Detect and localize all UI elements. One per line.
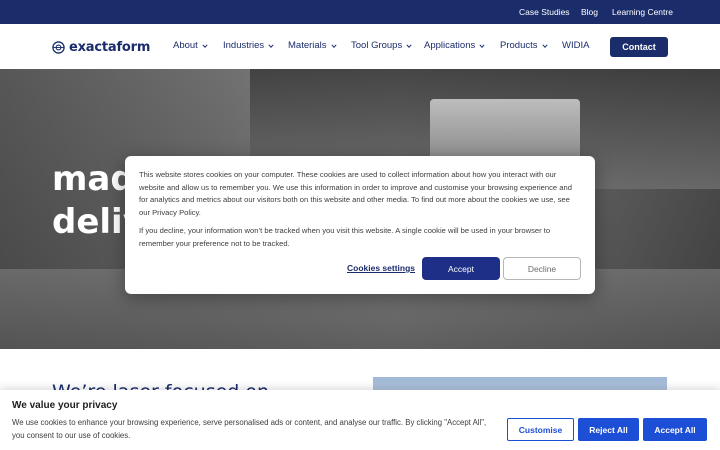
nav-item-widia[interactable]: WIDIA xyxy=(562,40,589,51)
main-navigation: exactaform About Industries Materials To… xyxy=(0,24,720,69)
nav-item-label: WIDIA xyxy=(562,40,590,51)
customise-button[interactable]: Customise xyxy=(507,418,574,441)
nav-item-label: About xyxy=(173,40,198,51)
nav-item-label: Products xyxy=(500,40,538,51)
nav-item-tool-groups[interactable]: Tool Groups xyxy=(351,40,412,51)
privacy-text: We use cookies to enhance your browsing … xyxy=(12,418,487,440)
chevron-down-icon xyxy=(268,43,274,48)
exactaform-logo-icon xyxy=(52,40,65,54)
accept-all-button[interactable]: Accept All xyxy=(643,418,707,441)
nav-item-label: Applications xyxy=(424,40,476,51)
cookie-modal-decline-info: If you decline, your information won’t b… xyxy=(139,226,551,248)
contact-button[interactable]: Contact xyxy=(610,37,668,57)
chevron-down-icon xyxy=(406,43,412,48)
chevron-down-icon xyxy=(479,43,485,48)
accept-button[interactable]: Accept xyxy=(422,257,500,280)
nav-item-about[interactable]: About xyxy=(173,40,208,51)
cookie-consent-modal: This website stores cookies on your comp… xyxy=(125,156,595,294)
logo-text: exactaform xyxy=(69,39,151,55)
cookies-settings-link[interactable]: Cookies settings xyxy=(347,263,415,273)
nav-item-products[interactable]: Products xyxy=(500,40,548,51)
chevron-down-icon xyxy=(202,43,208,48)
top-utility-bar: Case Studies Blog Learning Centre xyxy=(0,0,720,24)
nav-item-applications[interactable]: Applications xyxy=(424,40,485,51)
hero-machine-image xyxy=(430,99,580,159)
chevron-down-icon xyxy=(330,43,337,48)
case-studies-link[interactable]: Case Studies xyxy=(519,7,570,17)
blog-link[interactable]: Blog xyxy=(581,7,598,17)
reject-all-button[interactable]: Reject All xyxy=(578,418,639,441)
nav-item-materials[interactable]: Materials xyxy=(288,40,337,51)
chevron-down-icon xyxy=(541,43,548,48)
nav-item-label: Tool Groups xyxy=(351,40,403,51)
nav-item-industries[interactable]: Industries xyxy=(223,40,274,51)
hero-heading-line1: mad xyxy=(52,159,135,199)
logo[interactable]: exactaform xyxy=(52,38,150,56)
learning-centre-link[interactable]: Learning Centre xyxy=(612,7,673,17)
decline-button[interactable]: Decline xyxy=(503,257,581,280)
cookie-modal-text: This website stores cookies on your comp… xyxy=(139,170,572,217)
nav-item-label: Materials xyxy=(288,40,327,51)
privacy-title: We value your privacy xyxy=(12,400,118,411)
nav-item-label: Industries xyxy=(223,40,265,51)
